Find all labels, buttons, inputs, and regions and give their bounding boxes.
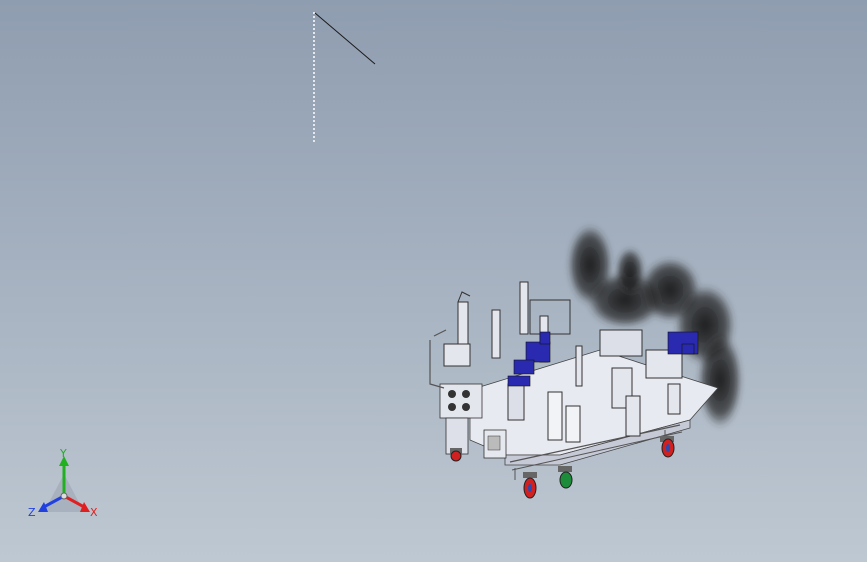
sketch-lines[interactable]	[313, 12, 376, 142]
caster-wheel	[450, 448, 462, 462]
view-triad[interactable]: Y X Z	[22, 446, 106, 526]
caster-wheel	[660, 436, 675, 458]
caster-wheel	[523, 472, 537, 499]
caster-wheel	[558, 466, 573, 489]
z-axis-label: Z	[28, 506, 36, 519]
x-axis-label: X	[90, 506, 98, 519]
graphics-viewport[interactable]: Y X Z	[0, 0, 867, 562]
y-axis-label: Y	[59, 447, 67, 460]
model-scene[interactable]	[0, 0, 867, 562]
